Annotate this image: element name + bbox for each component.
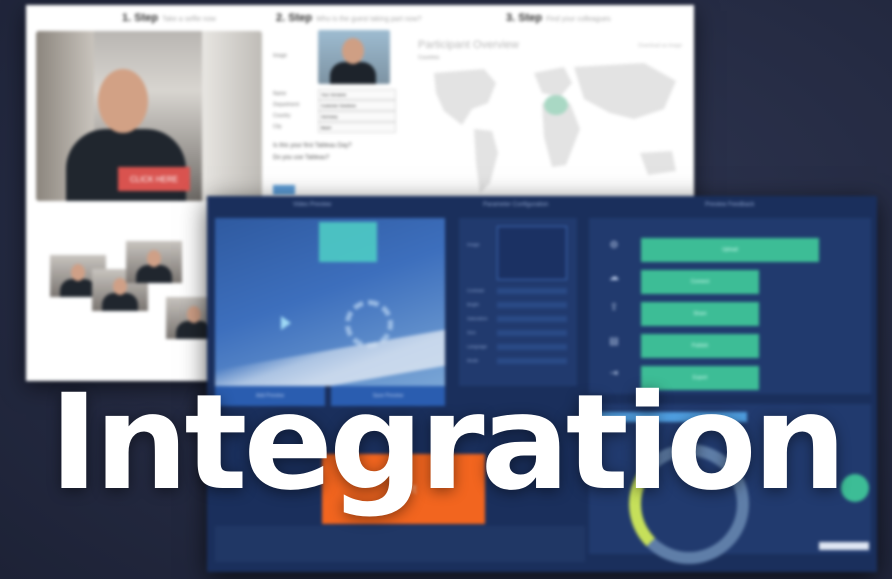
country-label: Country: [273, 113, 291, 119]
captured-photo: [318, 30, 390, 84]
size-select[interactable]: [497, 330, 567, 336]
highlight-region: [544, 95, 568, 115]
step-2: 2. Step Who is the guest taking part now?: [276, 12, 422, 24]
mode-select[interactable]: [497, 358, 567, 364]
publish-icon: ▤: [609, 336, 619, 347]
share-icon: ⇪: [609, 302, 619, 313]
play-icon[interactable]: [281, 316, 291, 330]
config-row-label: Mode: [467, 358, 479, 363]
name-label: Name: [273, 91, 287, 97]
gallery-photo: [126, 241, 182, 283]
step-3: 3. Step Find your colleagues: [506, 12, 611, 24]
city-label: City: [273, 124, 282, 130]
config-row-label: Contrast: [467, 288, 485, 293]
headline-text: Integration: [49, 366, 846, 520]
name-field[interactable]: [318, 89, 396, 100]
question-first-day: Is this your first Tableau Day?: [273, 143, 352, 149]
config-row-label: Bright: [467, 302, 479, 307]
step-1-label: 1. Step: [122, 12, 159, 24]
cloud-icon: ☁: [609, 272, 619, 283]
panel-title-config: Parameter Configuration: [483, 202, 549, 208]
country-select[interactable]: [318, 111, 396, 122]
config-row-label: Language: [467, 344, 488, 349]
gear-icon: ⚙: [609, 240, 619, 251]
step-3-note: Find your colleagues: [546, 16, 611, 23]
video-preview: [215, 218, 445, 386]
step-2-label: 2. Step: [276, 12, 313, 24]
share-button[interactable]: Share: [641, 302, 759, 326]
bottom-strip: [215, 526, 585, 562]
step-3-label: 3. Step: [506, 12, 543, 24]
parameter-panel: Image Contrast Bright Saturation Size La…: [459, 218, 577, 386]
question-use-tableau: Do you use Tableau?: [273, 155, 330, 161]
footer-button[interactable]: [819, 542, 869, 550]
publish-button[interactable]: Publish: [641, 334, 759, 358]
participant-overview-panel: Participant Overview Download as image C…: [414, 33, 688, 203]
config-image-label: Image: [467, 242, 480, 247]
upload-button[interactable]: Upload: [641, 238, 819, 262]
panel-title-video: Video Preview: [293, 202, 332, 208]
config-image-box: [497, 226, 567, 280]
world-map: [434, 63, 676, 193]
saturation-slider[interactable]: [497, 316, 567, 322]
step-1: 1. Step Take a selfie now: [122, 12, 216, 24]
submit-button[interactable]: [273, 185, 295, 195]
city-field[interactable]: [318, 122, 396, 133]
config-row-label: Saturation: [467, 316, 488, 321]
contrast-slider[interactable]: [497, 288, 567, 294]
department-label: Department: [273, 102, 300, 108]
click-here-button[interactable]: CLICK HERE: [118, 167, 190, 191]
step-1-note: Take a selfie now: [162, 16, 216, 23]
image-label: Image: [273, 53, 287, 59]
panel-title-feedback: Preview Feedback: [705, 202, 755, 208]
language-select[interactable]: [497, 344, 567, 350]
webcam-preview: CLICK HERE: [36, 31, 262, 201]
bright-slider[interactable]: [497, 302, 567, 308]
step-2-note: Who is the guest taking part now?: [316, 16, 422, 23]
config-row-label: Size: [467, 330, 476, 335]
person-head: [98, 69, 148, 133]
connect-button[interactable]: Connect: [641, 270, 759, 294]
department-field[interactable]: [318, 100, 396, 111]
